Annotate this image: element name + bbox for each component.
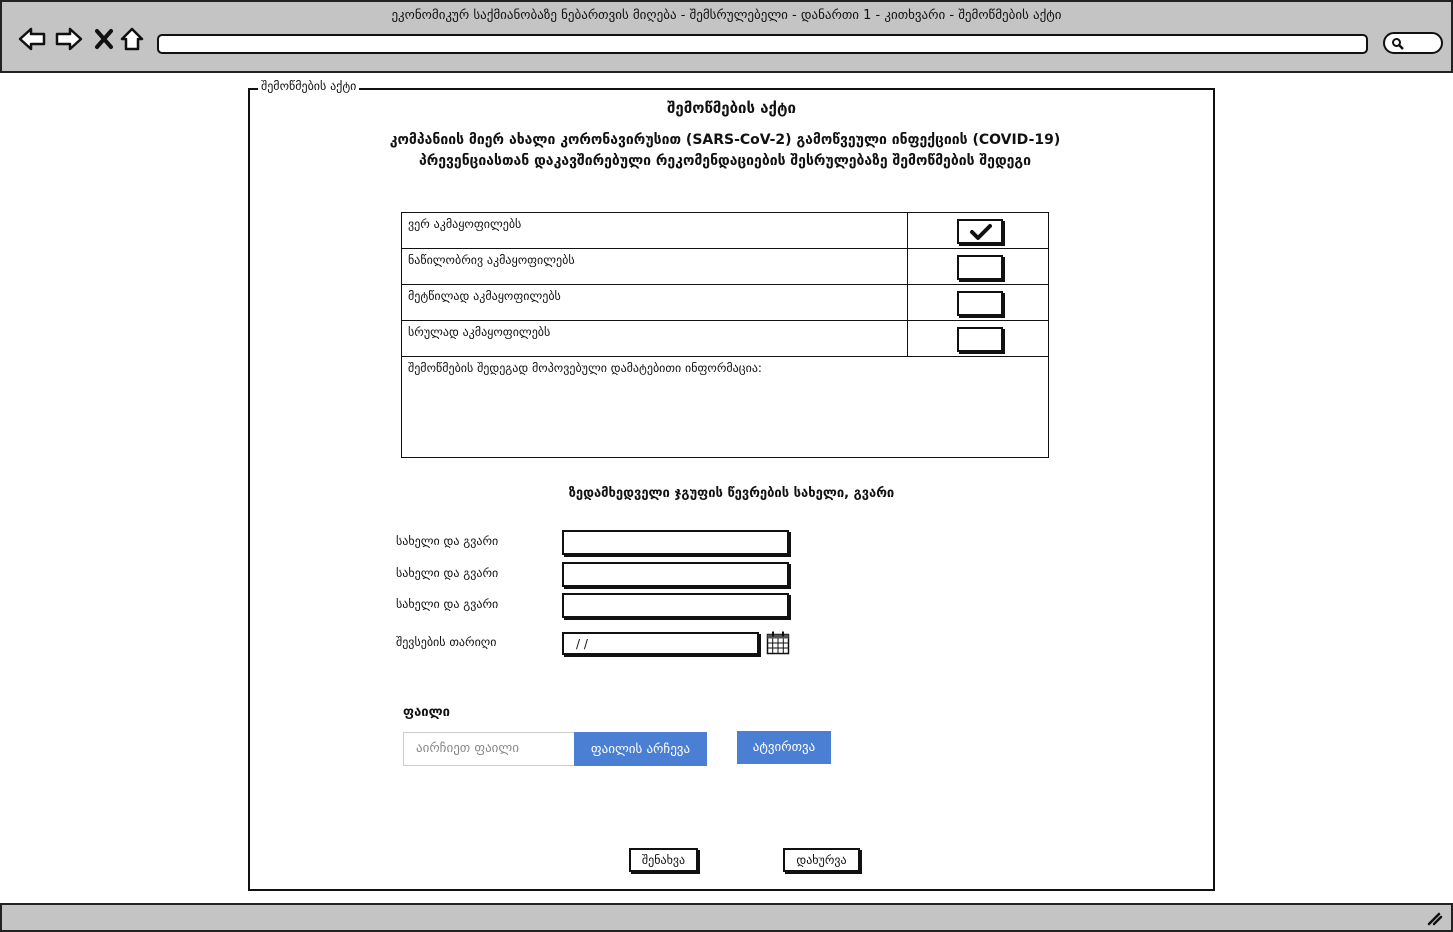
- stop-x-icon[interactable]: [89, 24, 119, 54]
- option-label: ვერ აკმაყოფილებს: [408, 217, 522, 231]
- window-title: ეკონომიკურ საქმიანობაზე ნებართვის მიღება…: [391, 8, 1062, 23]
- address-bar[interactable]: [157, 34, 1368, 54]
- subtitle-line-1: კომპანიის მიერ ახალი კორონავირუსით (SARS…: [389, 132, 1061, 148]
- option-checkbox-1[interactable]: [957, 255, 1003, 280]
- table-row: ვერ აკმაყოფილებს: [402, 213, 1048, 249]
- search-icon: [1392, 38, 1404, 50]
- check-cell: [907, 249, 1048, 284]
- group-section-title: ზედამხედველი ჯგუფის წევრების სახელი, გვა…: [568, 486, 895, 501]
- choose-file-button[interactable]: ფაილის არჩევა: [574, 732, 707, 766]
- close-button[interactable]: დახურვა: [783, 848, 860, 872]
- option-checkbox-0[interactable]: [957, 219, 1003, 244]
- option-label: ნაწილობრივ აკმაყოფილებს: [408, 253, 575, 267]
- file-section-title: ფაილი: [403, 705, 450, 720]
- option-label: სრულად აკმაყოფილებს: [408, 325, 551, 339]
- option-checkbox-2[interactable]: [957, 291, 1003, 316]
- file-path-input[interactable]: აირჩიეთ ფაილი: [403, 732, 575, 766]
- name-input-1[interactable]: [562, 530, 789, 555]
- check-cell: [907, 213, 1048, 248]
- option-checkbox-3[interactable]: [957, 327, 1003, 352]
- name-label-3: სახელი და გვარი: [396, 597, 499, 611]
- save-button[interactable]: შენახვა: [629, 848, 698, 872]
- option-label: მეტწილად აკმაყოფილებს: [408, 289, 561, 303]
- table-row: მეტწილად აკმაყოფილებს: [402, 285, 1048, 321]
- frame-legend: შემოწმების აქტი: [258, 79, 360, 93]
- compliance-table: ვერ აკმაყოფილებს ნაწილობრივ აკმაყოფილებს…: [401, 212, 1049, 458]
- browser-search-box[interactable]: [1383, 32, 1443, 54]
- resize-grip-icon[interactable]: [1427, 912, 1443, 926]
- table-row: ნაწილობრივ აკმაყოფილებს: [402, 249, 1048, 285]
- subtitle-line-2: პრევენციასთან დაკავშირებული რეკომენდაციე…: [418, 153, 1031, 169]
- status-bar: [0, 903, 1453, 932]
- name-input-2[interactable]: [562, 562, 789, 587]
- check-cell: [907, 321, 1048, 356]
- name-input-3[interactable]: [562, 593, 789, 618]
- table-row: სრულად აკმაყოფილებს: [402, 321, 1048, 357]
- name-label-2: სახელი და გვარი: [396, 566, 499, 580]
- home-icon[interactable]: [117, 24, 147, 54]
- calendar-icon[interactable]: [766, 631, 790, 659]
- upload-button[interactable]: ატვირთვა: [737, 731, 831, 764]
- back-arrow-icon[interactable]: [17, 24, 47, 54]
- notes-label: შემოწმების შედეგად მოპოვებული დამატებითი…: [408, 361, 762, 375]
- forward-arrow-icon[interactable]: [54, 24, 84, 54]
- name-label-1: სახელი და გვარი: [396, 534, 499, 548]
- date-input[interactable]: / /: [562, 632, 759, 655]
- date-label: შევსების თარიღი: [396, 635, 497, 649]
- check-cell: [907, 285, 1048, 320]
- checkmark-icon: [970, 224, 992, 240]
- page-subtitle: კომპანიის მიერ ახალი კორონავირუსით (SARS…: [300, 130, 1150, 172]
- page-title: შემოწმების აქტი: [667, 99, 796, 117]
- browser-chrome: ეკონომიკურ საქმიანობაზე ნებართვის მიღება…: [0, 0, 1453, 73]
